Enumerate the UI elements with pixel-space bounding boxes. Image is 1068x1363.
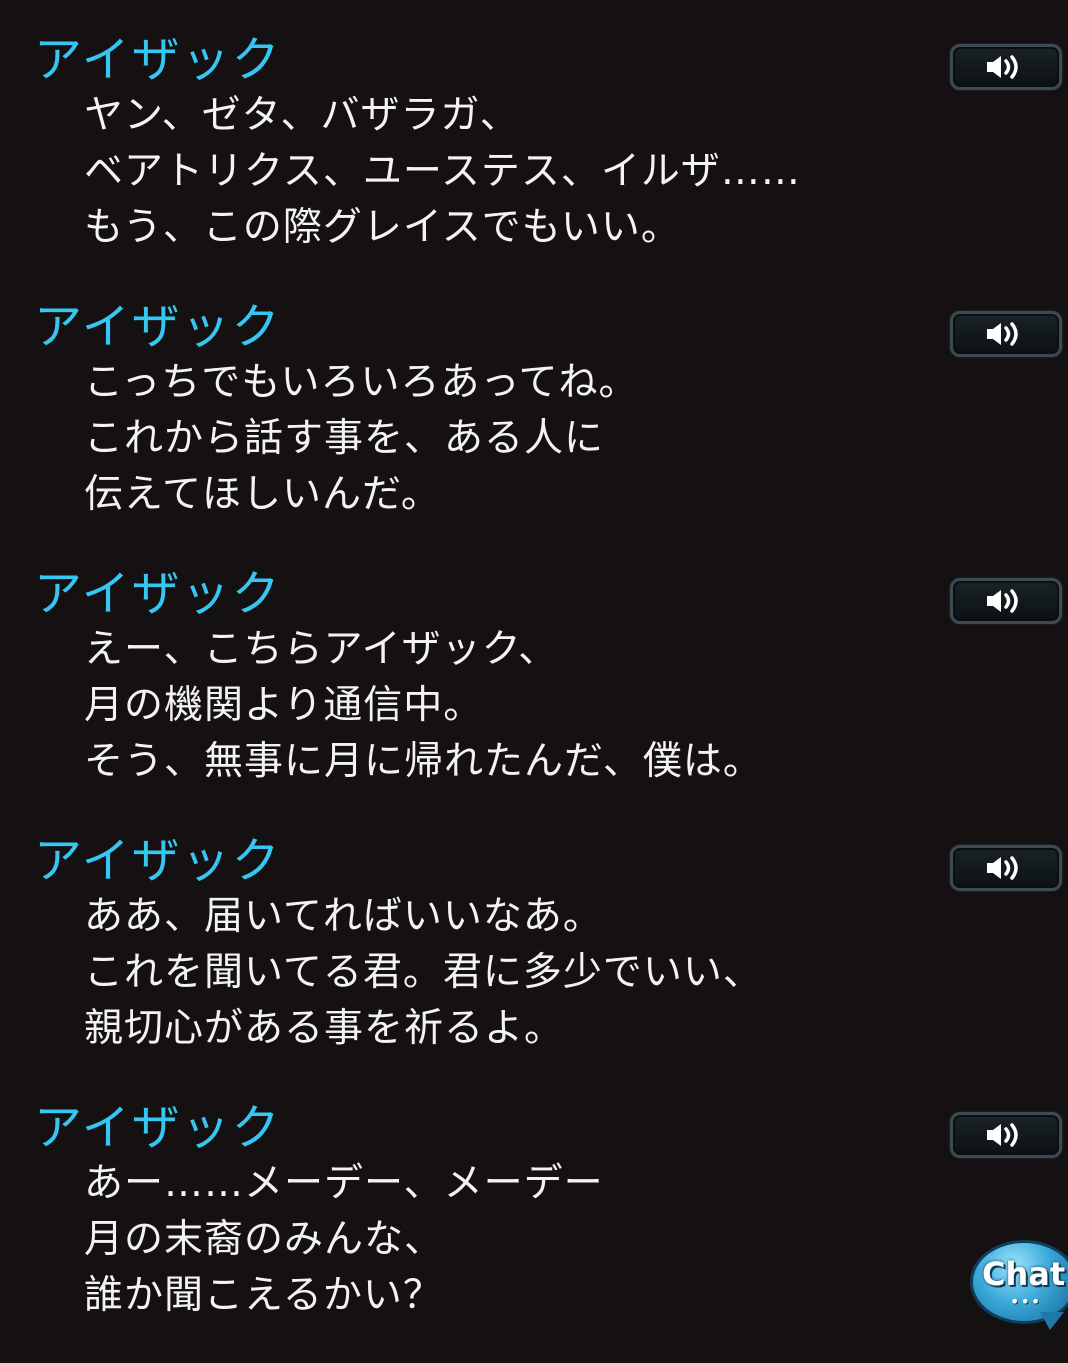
dialogue-line: えー、こちらアイザック、 [84,627,559,672]
dialogue-line: ヤン、ゼタ、バザラガ、 [84,93,520,138]
dialogue-text: ヤン、ゼタ、バザラガ、ベアトリクス、ユーステス、イルザ…… もう、この際グレイスで… [84,88,801,256]
dialogue-entry: アイザック あー……メーデー、メーデー 月の末裔のみんな、 誰か聞こえるかい？ [0,1068,1068,1328]
dialogue-line: こっちでもいろいろあってね。 [84,360,639,405]
dialogue-entry: アイザック こっちでもいろいろあってね。 これから話す事を、ある人に 伝えてほしいんだ… [0,267,1068,527]
chat-dots-icon: ••• [1010,1292,1042,1311]
play-voice-button[interactable] [950,845,1062,891]
dialogue-text: こっちでもいろいろあってね。 これから話す事を、ある人に 伝えてほしいんだ。 [84,355,639,523]
dialogue-text: えー、こちらアイザック、 月の機関より通信中。そう、無事に月に帰れたんだ、僕は。 [84,622,763,790]
dialogue-line: これを聞いてる君。君に多少でいい、 [84,950,763,995]
dialogue-line: 月の末裔のみんな、 [84,1217,445,1262]
dialogue-line: 誰か聞こえるかい？ [84,1273,443,1318]
speaker-name: アイザック [34,1100,282,1156]
speaker-volume-icon [987,856,1018,880]
dialogue-line: ベアトリクス、ユーステス、イルザ…… [84,149,801,194]
speaker-name: アイザック [34,299,282,355]
dialogue-line: 親切心がある事を祈るよ。 [84,1006,565,1051]
dialogue-line: 月の機関より通信中。 [84,683,484,728]
dialogue-line: そう、無事に月に帰れたんだ、僕は。 [84,739,763,784]
dialogue-line: あー……メーデー、メーデー [84,1161,604,1206]
speaker-name: アイザック [34,566,282,622]
play-voice-button[interactable] [950,578,1062,624]
chat-button[interactable]: Chat ••• [970,1240,1068,1334]
dialogue-line: これから話す事を、ある人に [84,416,605,461]
play-voice-button[interactable] [950,44,1062,90]
dialogue-log: アイザック ヤン、ゼタ、バザラガ、 ベアトリクス、ユーステス、イルザ…… もう、この際… [0,0,1068,1363]
play-voice-button[interactable] [950,311,1062,357]
dialogue-entry: アイザックヤン、ゼタ、バザラガ、ベアトリクス、ユーステス、イルザ…… もう、この際… [0,0,1068,260]
dialogue-entry: アイザックああ、届いてればいいなあ。これを聞いてる君。君に多少でいい、 親切心があ… [0,801,1068,1061]
chat-bubble-tail [1040,1312,1064,1330]
dialogue-line: もう、この際グレイスでもいい。 [84,205,681,250]
speaker-volume-icon [987,322,1018,346]
play-voice-button[interactable] [950,1112,1062,1158]
chat-button-label: Chat [982,1255,1066,1293]
dialogue-line: 伝えてほしいんだ。 [84,472,441,517]
dialogue-text: ああ、届いてればいいなあ。これを聞いてる君。君に多少でいい、 親切心がある事を祈る… [84,889,763,1057]
dialogue-entry: アイザックえー、こちらアイザック、 月の機関より通信中。そう、無事に月に帰れたんだ… [0,534,1068,794]
speaker-name: アイザック [34,833,282,889]
speaker-volume-icon [987,1123,1018,1147]
speaker-volume-icon [987,55,1018,79]
speaker-volume-icon [987,589,1018,613]
dialogue-text: あー……メーデー、メーデー 月の末裔のみんな、 誰か聞こえるかい？ [84,1156,604,1324]
dialogue-line: ああ、届いてればいいなあ。 [84,894,603,939]
speaker-name: アイザック [34,32,282,88]
